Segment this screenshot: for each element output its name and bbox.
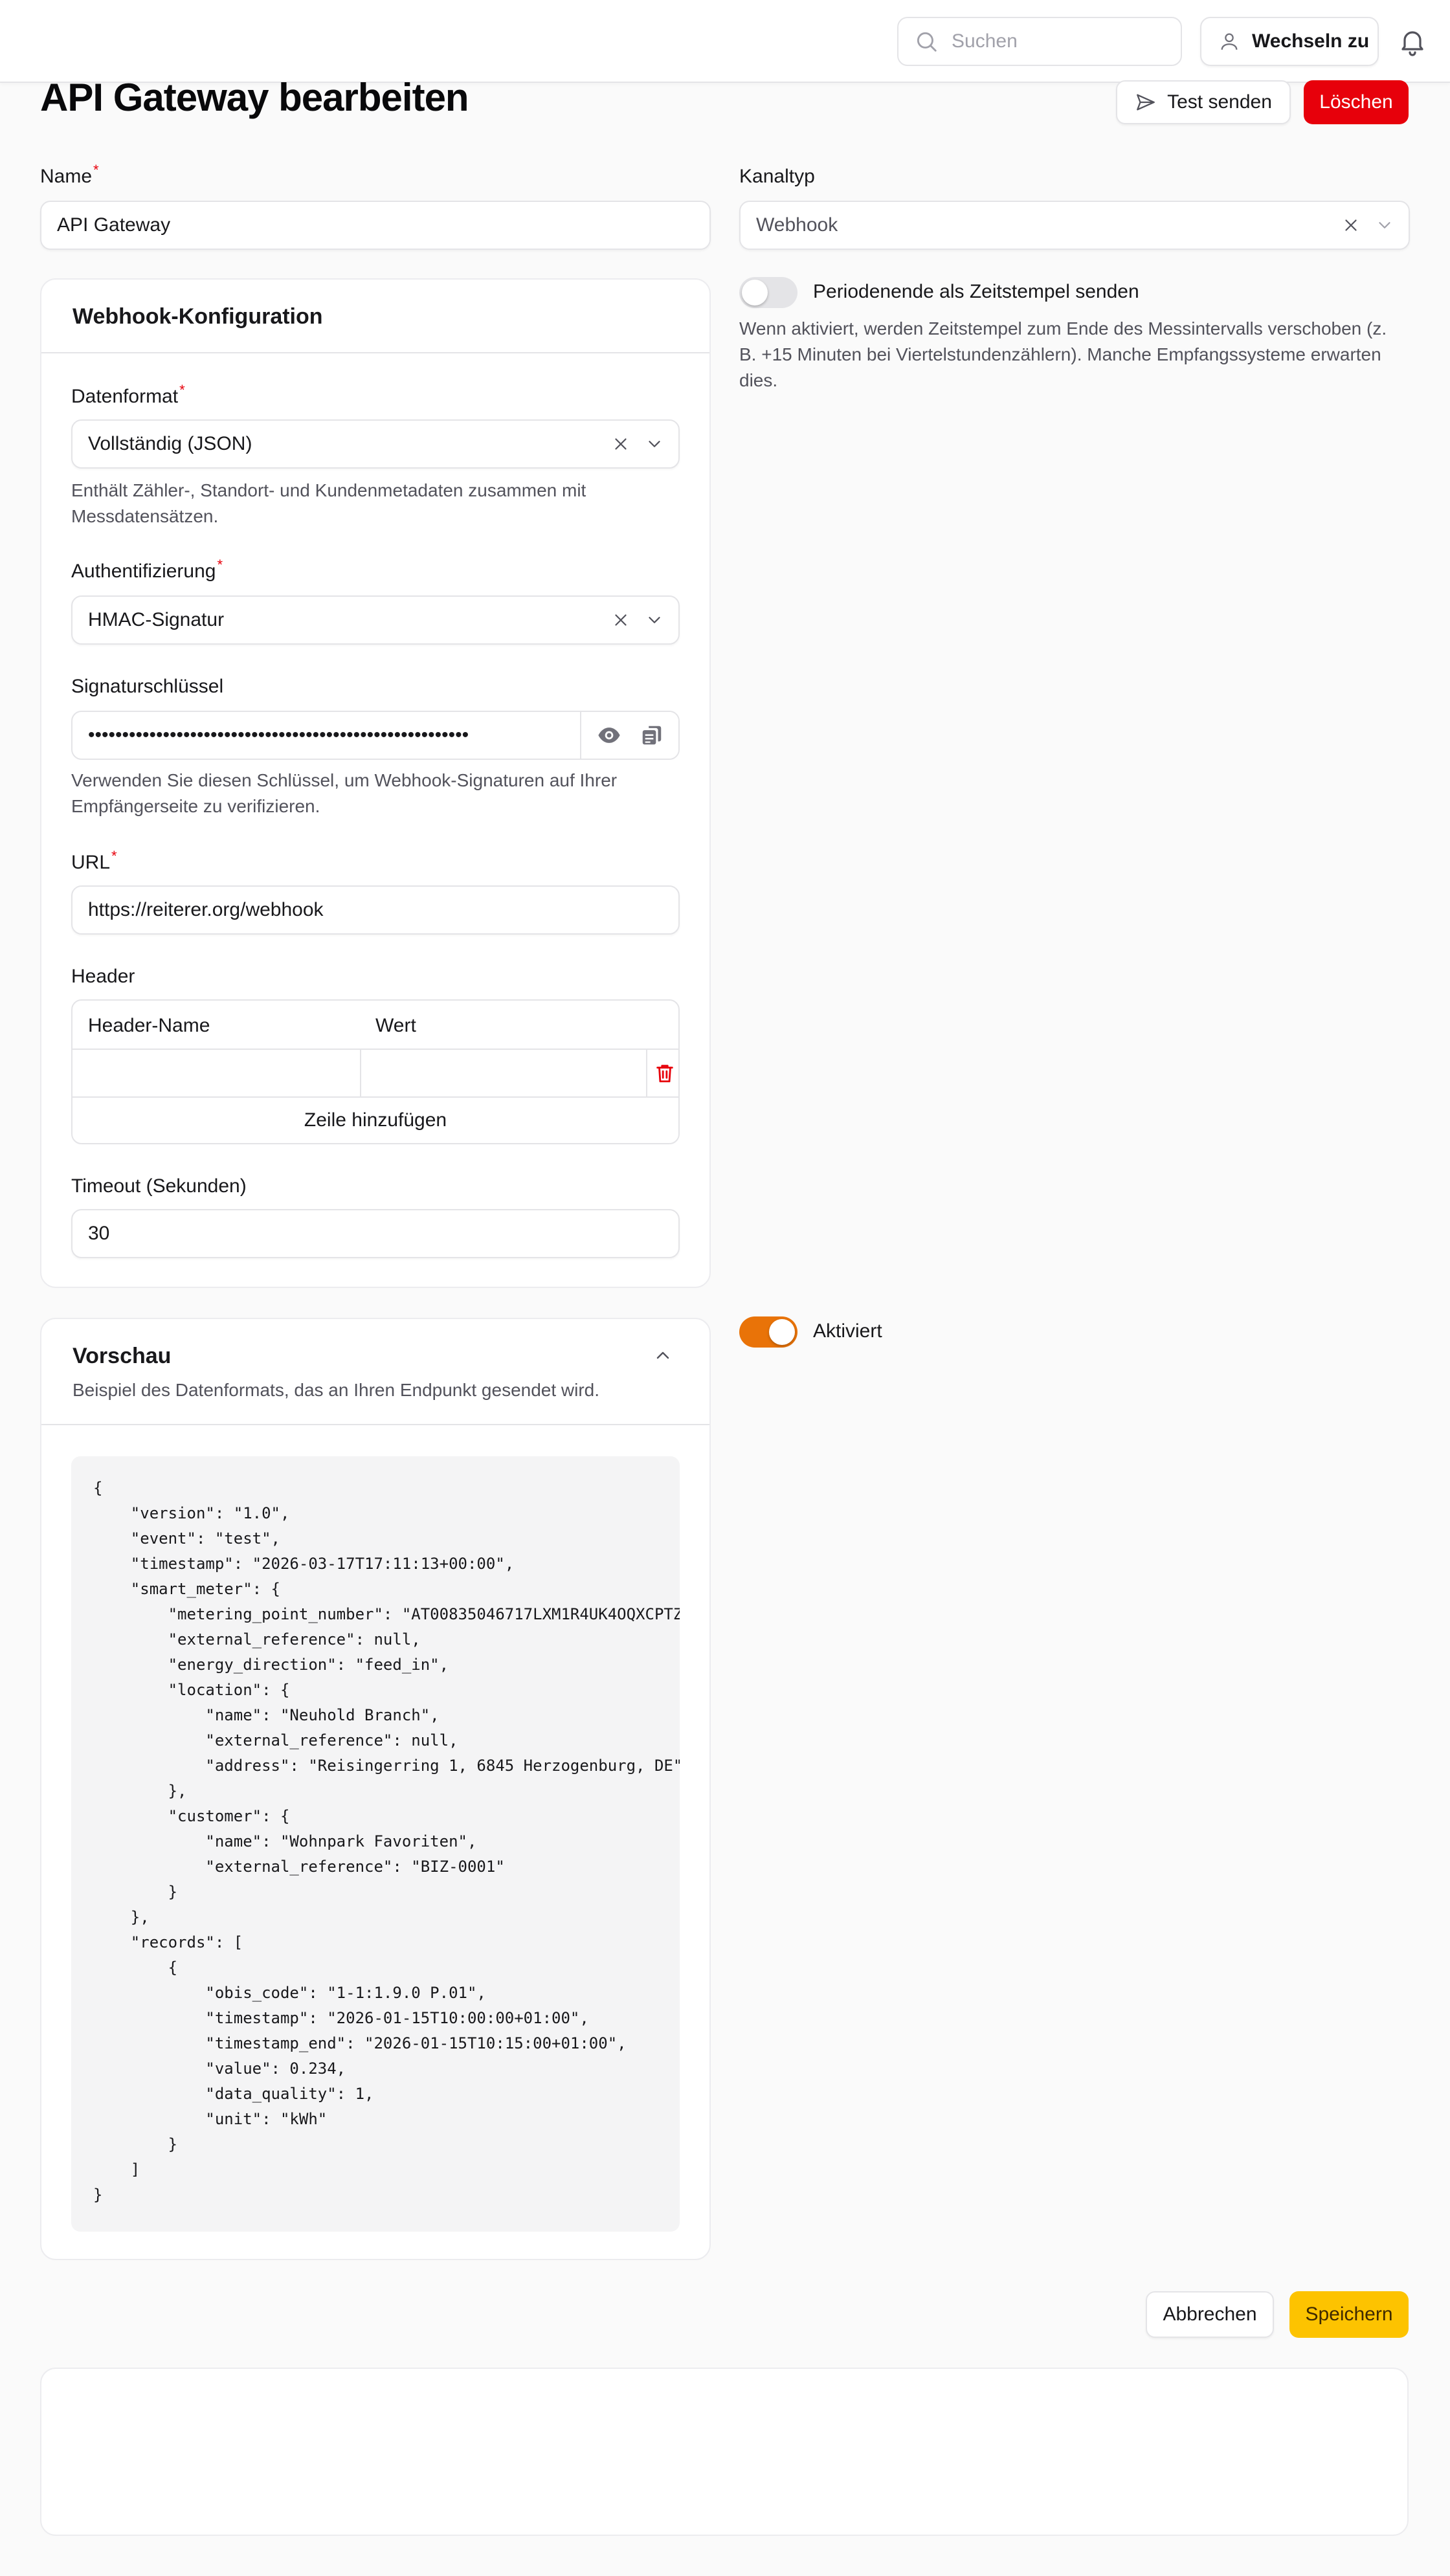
- top-bar: Suchen Wechseln zu: [0, 0, 1450, 83]
- signing-secret-actions: [580, 712, 678, 759]
- signing-secret-input[interactable]: ••••••••••••••••••••••••••••••••••••••••…: [71, 711, 680, 760]
- toggle-knob: [742, 280, 768, 305]
- switch-to-label: Wechseln zu: [1252, 30, 1370, 52]
- signing-secret-value: ••••••••••••••••••••••••••••••••••••••••…: [88, 724, 469, 746]
- preview-code: { "version": "1.0", "event": "test", "ti…: [93, 1479, 680, 2204]
- timeout-label: Timeout (Sekunden): [71, 1175, 247, 1197]
- add-row-button[interactable]: Zeile hinzufügen: [72, 1096, 678, 1143]
- data-format-value: Vollständig (JSON): [88, 433, 252, 454]
- clear-icon[interactable]: [611, 434, 630, 454]
- search-icon: [917, 32, 937, 52]
- search-input[interactable]: Suchen: [897, 17, 1182, 66]
- auth-value: HMAC-Signatur: [88, 609, 225, 630]
- bottom-panel: [40, 2368, 1409, 2536]
- url-input[interactable]: https://reiterer.org/webhook: [71, 885, 680, 935]
- send-test-label: Test senden: [1167, 91, 1272, 113]
- signing-secret-help: Verwenden Sie diesen Schlüssel, um Webho…: [71, 770, 618, 816]
- auth-select[interactable]: HMAC-Signatur: [71, 595, 680, 645]
- switch-to-button[interactable]: Wechseln zu: [1200, 17, 1379, 66]
- eye-icon[interactable]: [597, 723, 621, 748]
- name-input[interactable]: API Gateway: [40, 201, 711, 250]
- copy-icon[interactable]: [640, 723, 664, 748]
- page-title: API Gateway bearbeiten: [40, 76, 469, 119]
- channel-type-select[interactable]: Webhook: [739, 201, 1410, 250]
- header-value-input[interactable]: [361, 1050, 646, 1096]
- preview-subtitle: Beispiel des Datenformats, das an Ihren …: [72, 1380, 600, 1400]
- clear-icon[interactable]: [611, 610, 630, 630]
- card-divider: [41, 1424, 709, 1425]
- data-format-label: Datenformat*: [71, 382, 185, 407]
- url-value: https://reiterer.org/webhook: [88, 899, 324, 920]
- card-divider: [41, 352, 709, 353]
- channel-type-value: Webhook: [756, 214, 838, 236]
- channel-type-label: Kanaltyp: [739, 166, 815, 187]
- chevron-down-icon[interactable]: [1375, 216, 1394, 235]
- data-format-help: Enthält Zähler-, Standort- und Kundenmet…: [71, 480, 586, 526]
- period-end-label: Periodenende als Zeitstempel senden: [813, 281, 1139, 302]
- header-value-column: Wert: [375, 1015, 416, 1036]
- signing-secret-label: Signaturschlüssel: [71, 676, 224, 697]
- data-format-select[interactable]: Vollständig (JSON): [71, 419, 680, 469]
- header-name-input[interactable]: [72, 1050, 360, 1096]
- header-name-column: Header-Name: [88, 1015, 210, 1036]
- enabled-toggle[interactable]: [739, 1316, 798, 1348]
- clear-icon[interactable]: [1341, 216, 1361, 235]
- webhook-config-title: Webhook-Konfiguration: [72, 304, 323, 329]
- name-label: Name*: [40, 162, 99, 187]
- chevron-down-icon[interactable]: [645, 434, 664, 454]
- save-button[interactable]: Speichern: [1289, 2291, 1409, 2338]
- period-end-help: Wenn aktiviert, werden Zeitstempel zum E…: [739, 318, 1387, 390]
- toggle-knob: [769, 1319, 795, 1345]
- chevron-up-icon[interactable]: [652, 1345, 673, 1366]
- user-icon: [1221, 33, 1238, 50]
- preview-code-block: { "version": "1.0", "event": "test", "ti…: [71, 1456, 680, 2232]
- timeout-input[interactable]: 30: [71, 1209, 680, 1258]
- period-end-toggle[interactable]: [739, 277, 798, 308]
- timeout-value: 30: [88, 1223, 110, 1244]
- table-divider: [646, 1049, 647, 1096]
- bell-icon[interactable]: [1397, 26, 1428, 57]
- send-test-button[interactable]: Test senden: [1116, 80, 1291, 124]
- headers-table: Header-Name Wert Zeile hinzufügen: [71, 999, 680, 1144]
- cancel-button[interactable]: Abbrechen: [1146, 2291, 1274, 2338]
- headers-label: Header: [71, 966, 135, 987]
- auth-label: Authentifizierung*: [71, 557, 223, 582]
- url-label: URL*: [71, 848, 117, 873]
- delete-button[interactable]: Löschen: [1304, 80, 1409, 124]
- preview-title: Vorschau: [72, 1344, 172, 1368]
- chevron-down-icon[interactable]: [645, 610, 664, 630]
- trash-icon[interactable]: [654, 1061, 676, 1085]
- enabled-label: Aktiviert: [813, 1320, 882, 1342]
- send-icon: [1137, 94, 1155, 111]
- name-value: API Gateway: [57, 214, 171, 236]
- search-placeholder: Suchen: [952, 30, 1018, 52]
